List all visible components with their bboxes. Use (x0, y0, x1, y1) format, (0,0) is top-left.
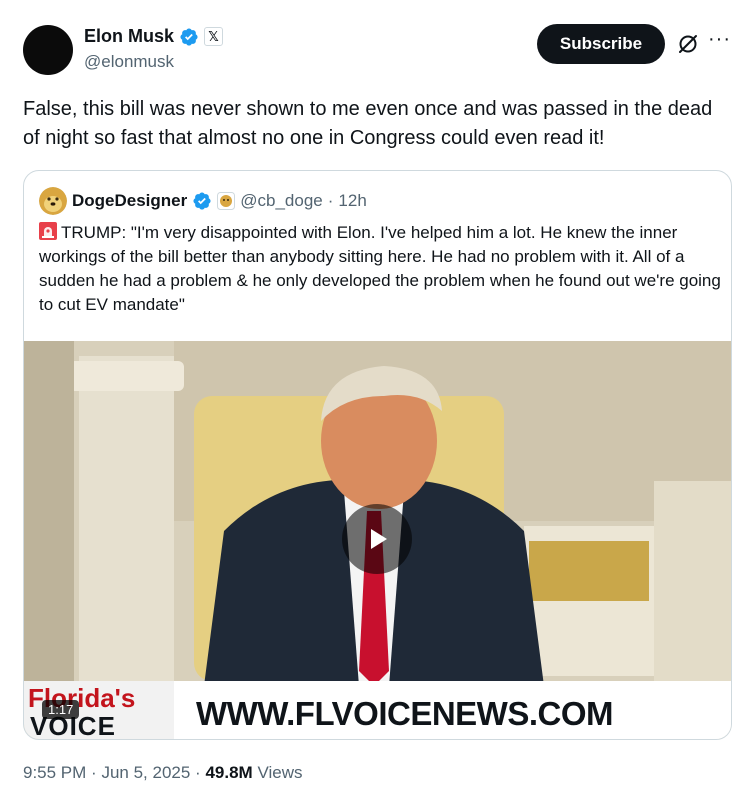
quoted-tweet-text: TRUMP: "I'm very disappointed with Elon.… (39, 223, 721, 314)
grok-icon[interactable] (676, 32, 700, 56)
tweet-text: False, this bill was never shown to me e… (23, 98, 713, 149)
quoted-verified-badge-icon (193, 192, 211, 210)
subscribe-button[interactable]: Subscribe (537, 24, 665, 64)
quoted-tweet[interactable]: DogeDesigner @cb_doge · 12h TRUMP: "I'm … (23, 170, 732, 740)
play-icon (371, 529, 387, 549)
doge-avatar-icon[interactable] (39, 187, 67, 215)
tweet-date[interactable]: Jun 5, 2025 (101, 763, 190, 782)
meta-separator: · (195, 763, 201, 782)
verified-badge-icon (180, 27, 198, 46)
more-options-icon[interactable]: ··· (708, 28, 731, 51)
play-button[interactable] (342, 504, 412, 574)
video-duration: 1:17 (42, 700, 80, 719)
separator-dot: · (327, 191, 334, 210)
quoted-tweet-header: DogeDesigner @cb_doge · 12h (39, 187, 367, 215)
video-banner-url: WWW.FLVOICENEWS.COM (196, 695, 614, 732)
quoted-tweet-text-container: TRUMP: "I'm very disappointed with Elon.… (39, 221, 724, 317)
doge-affiliate-badge-icon (217, 192, 236, 210)
x-affiliate-badge-icon: 𝕏 (204, 27, 224, 46)
tweet-time[interactable]: 9:55 PM (23, 763, 86, 782)
author-name-row: Elon Musk 𝕏 (84, 26, 224, 47)
views-label: Views (257, 763, 303, 782)
quoted-tweet-time[interactable]: 12h (338, 191, 366, 211)
meta-separator: · (91, 763, 97, 782)
views-count: 49.8M (205, 763, 253, 782)
tweet-meta: 9:55 PM · Jun 5, 2025 · 49.8M Views (23, 763, 302, 783)
video-player[interactable]: Florida's VOICE WWW.FLVOICENEWS.COM 1:17 (24, 341, 731, 739)
quoted-author-handle[interactable]: @cb_doge (240, 191, 323, 211)
author-name[interactable]: Elon Musk (84, 26, 174, 47)
quoted-author-name[interactable]: DogeDesigner (72, 191, 187, 211)
siren-icon (39, 222, 57, 240)
author-handle[interactable]: @elonmusk (84, 52, 174, 72)
author-avatar[interactable] (23, 25, 73, 75)
